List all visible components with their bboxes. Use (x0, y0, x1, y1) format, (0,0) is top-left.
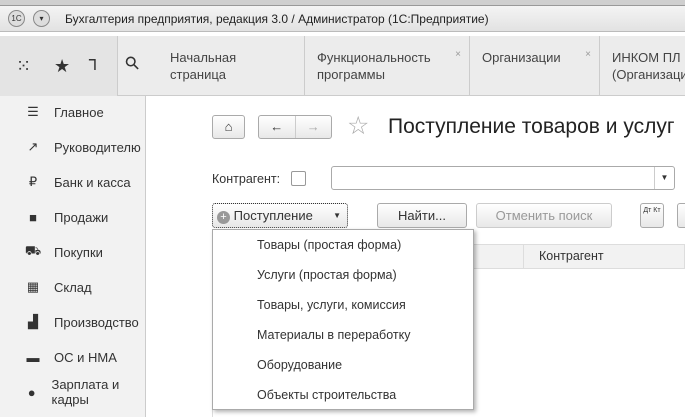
tab-label: ИНКОМ ПЛ (Организаци (612, 50, 685, 82)
forward-button[interactable]: → (296, 116, 332, 138)
person-icon: ● (27, 384, 36, 400)
sidebar-item-main[interactable]: ☰ Главное (24, 102, 104, 122)
home-icon: ⌂ (224, 119, 233, 134)
sidebar-item-manager[interactable]: ↗ Руководителю (24, 137, 141, 157)
create-receipt-label: Поступление (233, 208, 313, 223)
tab-label: Функциональность программы (317, 50, 431, 82)
history-scroll-icon[interactable]: ᒣ (88, 56, 97, 74)
sidebar-item-label: ОС и НМА (54, 349, 117, 365)
sidebar-item-assets[interactable]: ▬ ОС и НМА (24, 347, 117, 367)
sidebar-item-label: Руководителю (54, 139, 141, 155)
sidebar-item-label: Производство (54, 314, 139, 330)
home-button[interactable]: ⌂ (212, 115, 245, 139)
print-button[interactable] (677, 203, 685, 228)
sidebar-item-bank[interactable]: ₽ Банк и касса (24, 172, 131, 192)
nav-buttons: ← → (258, 115, 332, 139)
tab-label: Начальная страница (170, 50, 237, 82)
cancel-search-label: Отменить поиск (495, 208, 593, 223)
sidebar-item-label: Покупки (54, 244, 103, 260)
sidebar-item-label: Главное (54, 104, 104, 120)
find-label: Найти... (398, 208, 446, 223)
sidebar-item-label: Зарплата и кадры (51, 377, 120, 407)
grid-icon: ▦ (26, 279, 40, 294)
sidebar-item-production[interactable]: ▟ Производство (24, 312, 139, 332)
menu-item-goods-simple[interactable]: Товары (простая форма) (257, 238, 401, 252)
menu-item-materials-processing[interactable]: Материалы в переработку (257, 328, 410, 342)
quick-panel: ⁙ ★ ᒣ ⚲ (0, 36, 144, 96)
close-icon[interactable]: × (585, 46, 591, 63)
main-menu-chevron-icon[interactable]: ▾ (33, 10, 50, 27)
counterparty-label: Контрагент: (212, 172, 281, 186)
sidebar: ☰ Главное ↗ Руководителю ₽ Банк и касса ■ Пр… (0, 96, 146, 417)
tab-bar: ⁙ ★ ᒣ ⚲ Начальная страница Функционально… (0, 36, 685, 96)
trend-icon: ↗ (27, 139, 39, 154)
truck-icon: ▬ (26, 349, 40, 365)
receipt-type-menu: Товары (простая форма) Услуги (простая ф… (212, 229, 474, 410)
favorites-star-icon[interactable]: ★ (54, 56, 70, 77)
menu-item-goods-services-commission[interactable]: Товары, услуги, комиссия (257, 298, 406, 312)
search-icon[interactable]: ⚲ (121, 51, 145, 75)
sidebar-item-warehouse[interactable]: ▦ Склад (24, 277, 92, 297)
tab-organizations[interactable]: Организации × (470, 36, 600, 96)
create-receipt-button[interactable]: + Поступление ▼ (212, 203, 348, 228)
bag-icon: ■ (29, 209, 37, 225)
menu-icon: ☰ (27, 104, 39, 119)
cart-icon: ⛟ (24, 243, 42, 258)
factory-icon: ▟ (28, 314, 38, 329)
tab-home[interactable]: Начальная страница (158, 36, 305, 96)
menu-item-construction[interactable]: Объекты строительства (257, 388, 396, 402)
sidebar-item-purchases[interactable]: ⛟ Покупки (24, 242, 103, 262)
page-title: Поступление товаров и услуг (388, 115, 675, 138)
window-title: Бухгалтерия предприятия, редакция 3.0 / … (65, 12, 489, 26)
dt-kt-button[interactable]: Дт Кт (640, 203, 664, 228)
menu-item-equipment[interactable]: Оборудование (257, 358, 342, 372)
logo-1c-icon[interactable]: 1С (8, 10, 25, 27)
chevron-down-icon: ▼ (333, 211, 341, 220)
dropdown-arrow-icon[interactable]: ▼ (654, 167, 674, 189)
counterparty-input[interactable]: ▼ (331, 166, 675, 190)
column-header-counterparty[interactable]: Контрагент (523, 245, 619, 268)
cancel-search-button[interactable]: Отменить поиск (476, 203, 612, 228)
back-button[interactable]: ← (259, 116, 296, 138)
tab-inkom[interactable]: ИНКОМ ПЛ (Организаци (600, 36, 685, 96)
counterparty-checkbox[interactable] (291, 171, 306, 186)
title-bar: 1С ▾ Бухгалтерия предприятия, редакция 3… (0, 6, 685, 32)
find-button[interactable]: Найти... (377, 203, 467, 228)
menu-item-services-simple[interactable]: Услуги (простая форма) (257, 268, 397, 282)
sidebar-item-label: Склад (54, 279, 92, 295)
plus-icon: + (217, 211, 230, 224)
ruble-icon: ₽ (28, 174, 38, 189)
favorite-star-icon[interactable]: ☆ (347, 111, 369, 141)
sidebar-item-label: Продажи (54, 209, 109, 225)
column-label: Контрагент (539, 249, 604, 263)
tab-functionality[interactable]: Функциональность программы × (305, 36, 470, 96)
dt-kt-label: Дт Кт (643, 207, 661, 214)
apps-grid-icon[interactable]: ⁙ (16, 56, 31, 77)
sidebar-item-label: Банк и касса (54, 174, 131, 190)
sidebar-item-sales[interactable]: ■ Продажи (24, 207, 108, 227)
close-icon[interactable]: × (455, 46, 461, 63)
tab-label: Организации (482, 50, 561, 65)
sidebar-item-salary[interactable]: ● Зарплата и кадры (24, 377, 145, 407)
